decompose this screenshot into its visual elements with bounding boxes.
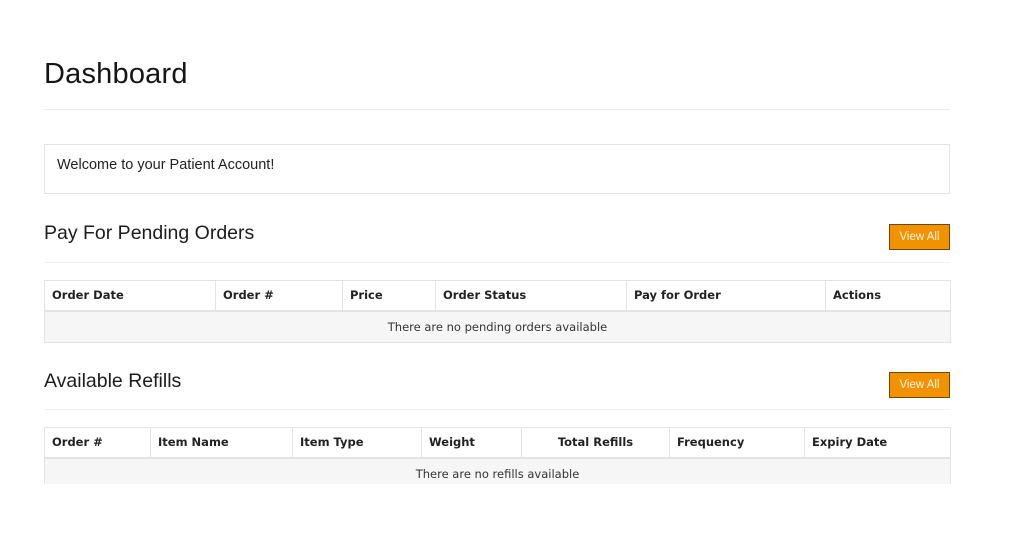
column-header-order-number[interactable]: Order # (44, 427, 151, 459)
refills-header-row: Order # Item Name Item Type Weight Total… (44, 427, 951, 459)
table-row: There are no pending orders available (44, 310, 951, 343)
column-header-order-number[interactable]: Order # (215, 280, 343, 312)
pending-orders-divider (44, 262, 950, 263)
refills-title: Available Refills (44, 370, 182, 392)
pending-orders-header-row: Order Date Order # Price Order Status Pa… (44, 280, 951, 312)
column-header-order-status[interactable]: Order Status (435, 280, 627, 312)
refills-table: Order # Item Name Item Type Weight Total… (44, 427, 951, 490)
column-header-pay-for-order[interactable]: Pay for Order (626, 280, 826, 312)
welcome-panel: Welcome to your Patient Account! (44, 144, 950, 194)
column-header-price[interactable]: Price (342, 280, 436, 312)
column-header-actions[interactable]: Actions (825, 280, 951, 312)
column-header-expiry-date[interactable]: Expiry Date (804, 427, 951, 459)
column-header-item-name[interactable]: Item Name (150, 427, 293, 459)
refills-view-all-button[interactable]: View All (889, 372, 950, 398)
column-header-weight[interactable]: Weight (421, 427, 522, 459)
page-title: Dashboard (44, 58, 188, 90)
pending-orders-view-all-button[interactable]: View All (889, 224, 950, 250)
column-header-item-type[interactable]: Item Type (292, 427, 422, 459)
title-divider (44, 109, 950, 110)
viewport-cutoff (0, 484, 1024, 551)
refills-divider (44, 409, 950, 410)
pending-orders-empty-message: There are no pending orders available (44, 310, 951, 343)
column-header-total-refills[interactable]: Total Refills (521, 427, 670, 459)
column-header-order-date[interactable]: Order Date (44, 280, 216, 312)
column-header-frequency[interactable]: Frequency (669, 427, 805, 459)
pending-orders-table: Order Date Order # Price Order Status Pa… (44, 280, 951, 343)
welcome-message: Welcome to your Patient Account! (57, 157, 275, 173)
pending-orders-title: Pay For Pending Orders (44, 222, 255, 244)
